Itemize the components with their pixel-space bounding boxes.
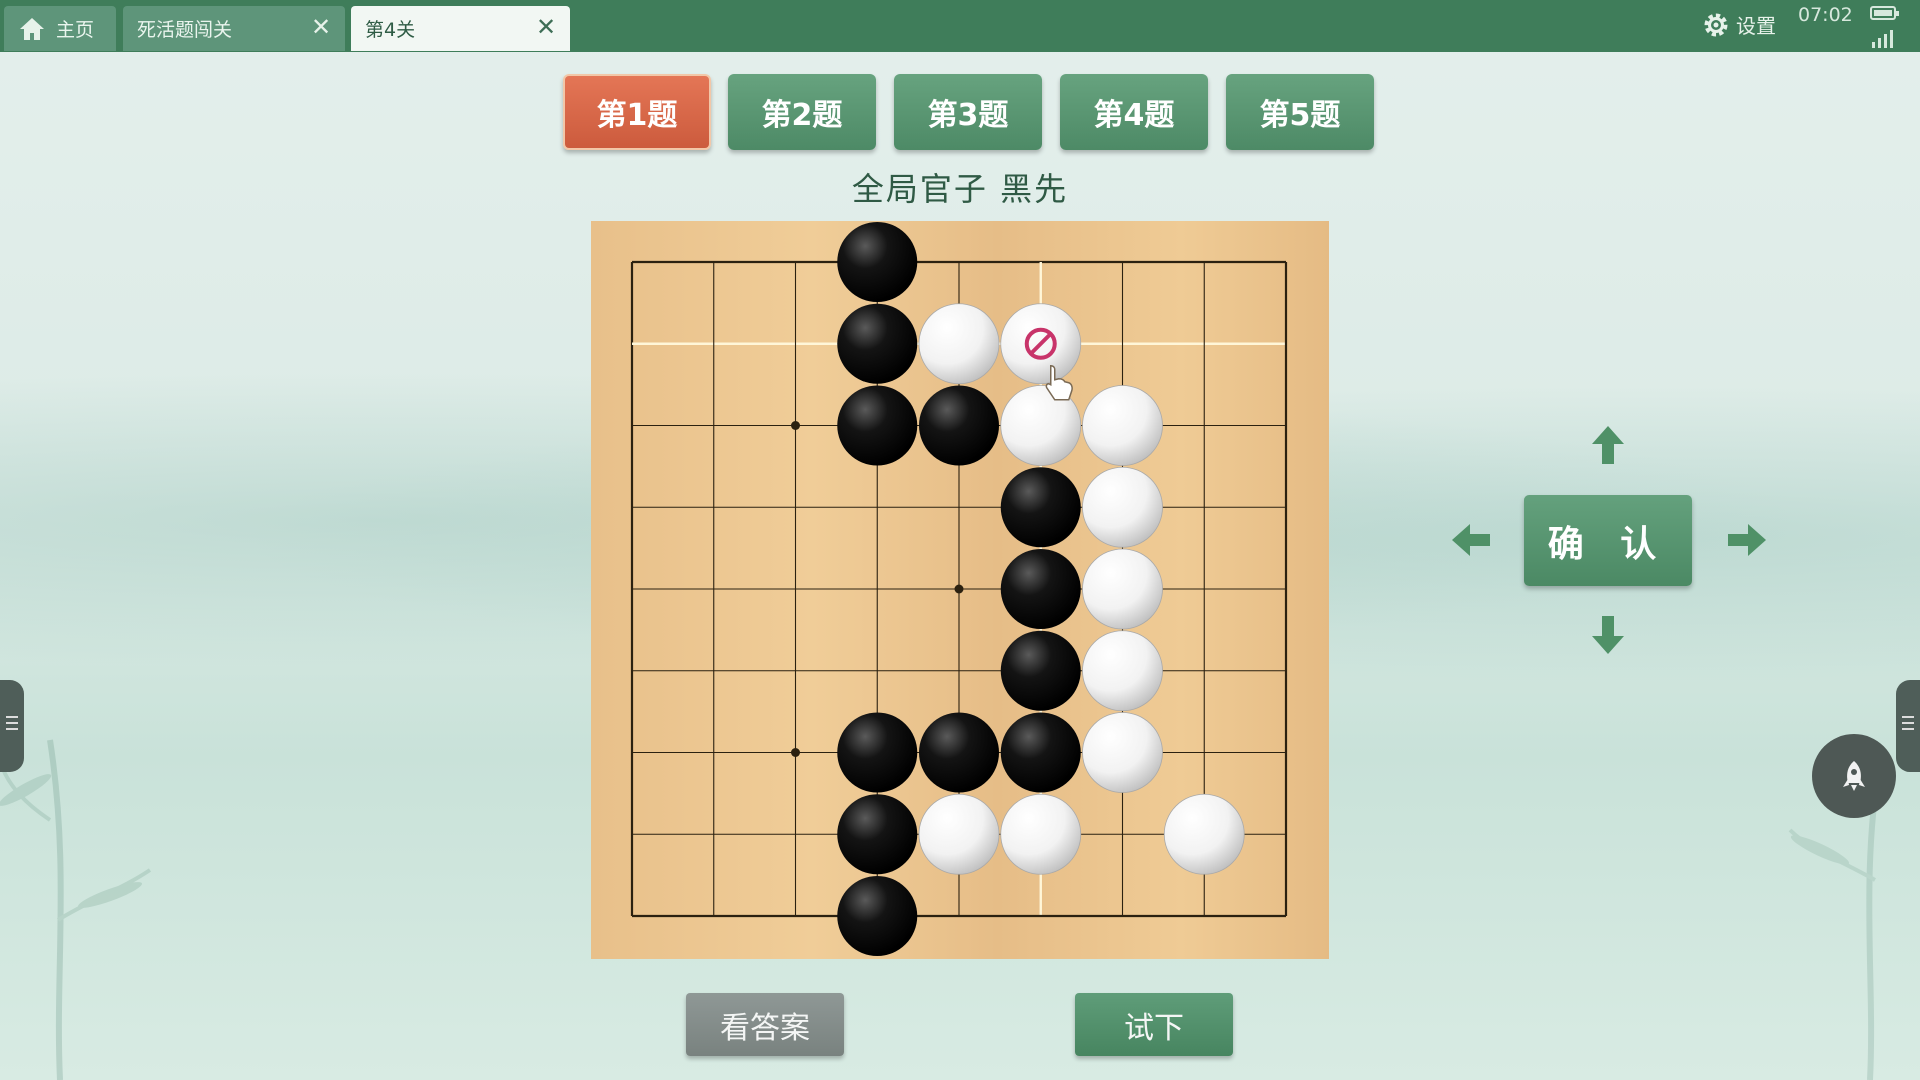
rocket-icon [1843,761,1865,791]
rocket-button[interactable] [1812,734,1896,818]
white-stone [1163,793,1245,875]
tab-label: 死活题闯关 [137,19,233,41]
star-point [791,421,800,430]
black-stone [919,712,999,793]
close-icon[interactable]: ✕ [534,15,558,39]
white-stone [1082,548,1163,630]
view-answer-button[interactable]: 看答案 [686,993,844,1056]
problem-description: 全局官子 黑先 [851,170,1069,208]
settings-label: 设置 [1736,14,1776,38]
black-stone [837,385,918,466]
arrow-right-icon[interactable] [1726,522,1768,558]
white-stone [1082,630,1163,712]
arrow-up-icon[interactable] [1590,424,1626,466]
black-stone [837,794,918,875]
black-stone [1000,467,1081,548]
black-stone [1000,549,1081,629]
star-point [791,748,800,757]
white-stone [918,793,1000,875]
clock: 07:02 [1798,4,1853,26]
bamboo-decoration-left [0,739,152,1080]
tab-level-4[interactable]: 第4关 ✕ [351,6,570,51]
tab-life-death-challenge[interactable]: 死活题闯关 ✕ [123,6,345,51]
black-stone [1000,630,1081,711]
white-stone [1082,712,1163,793]
black-stone [837,712,918,793]
white-stone [918,303,1000,385]
star-point [954,584,964,594]
right-drawer-handle[interactable] [1896,680,1920,772]
tab-home-label: 主页 [56,19,95,41]
gear-icon [1704,13,1728,36]
problem-1-button[interactable]: 第1题 [563,74,711,150]
home-icon [20,17,44,40]
black-stone [837,303,918,384]
try-move-button[interactable]: 试下 [1075,993,1233,1056]
tab-label: 第4关 [365,19,416,41]
battery-icon [1870,6,1899,20]
settings-button[interactable]: 设置 [1702,10,1776,39]
confirm-button[interactable]: 确 认 [1524,495,1692,586]
board-grid [630,222,1288,956]
white-stone [1000,793,1082,875]
black-stone [1000,712,1081,793]
white-stone [1082,385,1163,466]
problem-5-button[interactable]: 第5题 [1226,74,1374,150]
problem-3-button[interactable]: 第3题 [894,74,1042,150]
black-stone [837,222,918,302]
signal-icon [1872,30,1893,48]
black-stone [919,385,999,466]
go-board[interactable] [591,221,1329,959]
close-icon[interactable]: ✕ [309,15,333,39]
tab-home[interactable]: 主页 [4,6,116,51]
white-stone [1082,466,1163,548]
left-drawer-handle[interactable] [0,680,24,772]
problem-4-button[interactable]: 第4题 [1060,74,1208,150]
title-bar: 主页 死活题闯关 ✕ 第4关 ✕ 设置 07:02 [0,0,1920,52]
arrow-left-icon[interactable] [1450,522,1492,558]
black-stone [837,876,918,956]
arrow-down-icon[interactable] [1590,614,1626,656]
problem-2-button[interactable]: 第2题 [728,74,876,150]
